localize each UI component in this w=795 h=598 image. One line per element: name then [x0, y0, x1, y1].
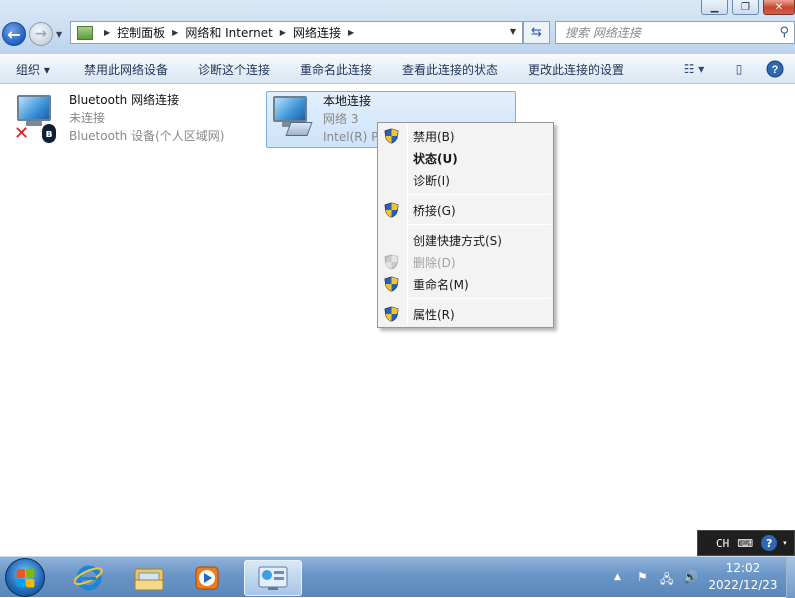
- arrow-left-icon: ←: [7, 24, 21, 44]
- menu-item-label: 禁用(B): [413, 129, 455, 144]
- menu-item-diagnose[interactable]: 诊断(I): [380, 169, 551, 191]
- menu-item-label: 创建快捷方式(S): [413, 233, 502, 248]
- network-status-icon[interactable]: 🖧: [660, 570, 673, 591]
- menu-item-rename[interactable]: 重命名(M): [380, 273, 551, 295]
- view-options-icon: ☷ ▾: [683, 62, 705, 76]
- disconnected-x-icon: ✕: [14, 123, 30, 144]
- clock-time: 12:02: [725, 561, 761, 575]
- menu-separator: [408, 224, 551, 225]
- breadcrumb-control-panel[interactable]: 控制面板: [117, 24, 165, 41]
- list-item[interactable]: ✕ ʙ Bluetooth 网络连接 未连接 Bluetooth 设备(个人区域…: [14, 91, 254, 149]
- menu-item-status[interactable]: 状态(U): [380, 147, 551, 169]
- internet-explorer-icon: [74, 565, 103, 591]
- uac-shield-icon: [384, 202, 399, 218]
- chevron-down-icon[interactable]: ▾: [783, 539, 787, 547]
- system-clock[interactable]: 12:02 2022/12/23: [704, 560, 782, 596]
- chevron-right-icon[interactable]: ▶: [172, 28, 178, 37]
- media-player-icon: [195, 566, 219, 590]
- search-icon[interactable]: ⚲: [779, 25, 789, 40]
- network-adapter-icon: ✕ ʙ: [14, 91, 60, 144]
- svg-text:?: ?: [772, 64, 779, 76]
- context-menu: 禁用(B) 状态(U) 诊断(I) 桥接(G) 创建快捷方式(S) 删除(D) …: [377, 122, 554, 328]
- chevron-right-icon: ▶: [104, 28, 111, 37]
- command-bar: 组织 ▾ 禁用此网络设备 诊断这个连接 重命名此连接 查看此连接的状态 更改此连…: [0, 54, 795, 84]
- address-bar[interactable]: ▶ 控制面板 ▶ 网络和 Internet ▶ 网络连接 ▶ ▼: [70, 21, 523, 44]
- refresh-button[interactable]: ⇆: [523, 21, 550, 44]
- menu-item-label: 重命名(M): [413, 277, 469, 292]
- internet-explorer-taskbar-button[interactable]: [64, 560, 114, 596]
- preview-pane-icon: ▯: [735, 62, 743, 76]
- change-settings-button[interactable]: 更改此连接的设置: [528, 54, 624, 84]
- forward-button[interactable]: →: [29, 22, 53, 46]
- menu-item-label: 桥接(G): [413, 203, 456, 218]
- search-placeholder: 搜索 网络连接: [565, 26, 641, 40]
- menu-item-create-shortcut[interactable]: 创建快捷方式(S): [380, 229, 551, 251]
- show-hidden-icons-button[interactable]: ▲: [614, 572, 621, 582]
- network-connections-taskbar-button[interactable]: [244, 560, 302, 596]
- media-player-taskbar-button[interactable]: [182, 560, 232, 596]
- windows-logo-icon: [16, 567, 35, 588]
- connection-device: Bluetooth 设备(个人区域网): [69, 129, 225, 143]
- menu-item-label: 属性(R): [413, 307, 455, 322]
- connection-name: 本地连接: [323, 94, 372, 108]
- menu-item-delete: 删除(D): [380, 251, 551, 273]
- menu-item-label: 状态(U): [413, 151, 458, 166]
- keyboard-icon[interactable]: ⌨: [737, 537, 753, 550]
- search-input[interactable]: 搜索 网络连接 ⚲: [555, 21, 795, 44]
- action-center-flag-icon[interactable]: ⚑: [637, 570, 648, 584]
- change-view-button[interactable]: ☷ ▾: [674, 60, 714, 78]
- volume-icon[interactable]: 🔊: [683, 570, 698, 584]
- preview-pane-button[interactable]: ▯: [729, 60, 749, 78]
- chevron-down-icon[interactable]: ▼: [510, 27, 516, 36]
- menu-item-label: 删除(D): [413, 255, 456, 270]
- menu-separator: [408, 298, 551, 299]
- minimize-button[interactable]: ▁: [701, 0, 728, 15]
- start-button[interactable]: [5, 558, 45, 597]
- explorer-taskbar-button[interactable]: [124, 560, 174, 596]
- back-button[interactable]: ←: [2, 22, 26, 46]
- uac-shield-icon: [384, 128, 399, 144]
- help-icon[interactable]: ?: [761, 535, 778, 551]
- diagnose-button[interactable]: 诊断这个连接: [198, 54, 270, 84]
- chevron-right-icon[interactable]: ▶: [348, 28, 354, 37]
- control-panel-icon: [77, 25, 93, 40]
- disable-device-button[interactable]: 禁用此网络设备: [84, 54, 168, 84]
- menu-item-disable[interactable]: 禁用(B): [380, 125, 551, 147]
- rename-button[interactable]: 重命名此连接: [300, 54, 372, 84]
- ethernet-cable-icon: [285, 122, 313, 136]
- menu-item-bridge[interactable]: 桥接(G): [380, 199, 551, 221]
- language-bar: CH ⌨ ? ▾: [697, 530, 795, 556]
- ime-language-indicator[interactable]: CH: [716, 537, 729, 550]
- help-button[interactable]: ?: [765, 60, 785, 78]
- connection-name: Bluetooth 网络连接: [69, 93, 180, 107]
- clock-date: 2022/12/23: [708, 578, 778, 592]
- menu-separator: [408, 194, 551, 195]
- bluetooth-icon: ʙ: [42, 124, 56, 143]
- recent-pages-dropdown[interactable]: ▼: [56, 30, 62, 39]
- help-icon: ?: [766, 60, 784, 78]
- refresh-icon: ⇆: [531, 25, 542, 40]
- connection-status: 未连接: [69, 111, 106, 125]
- network-adapter-icon: [270, 92, 316, 142]
- uac-shield-icon: [384, 254, 399, 270]
- title-bar: ▁ ❐ ✕ ← → ▼ ▶ 控制面板 ▶ 网络和 Internet ▶ 网络连接…: [0, 0, 795, 54]
- arrow-right-icon: →: [35, 26, 47, 42]
- chevron-right-icon[interactable]: ▶: [280, 28, 286, 37]
- uac-shield-icon: [384, 306, 399, 322]
- breadcrumb-network-connections[interactable]: 网络连接: [293, 24, 341, 41]
- maximize-button[interactable]: ❐: [732, 0, 759, 15]
- network-connections-window: ▁ ❐ ✕ ← → ▼ ▶ 控制面板 ▶ 网络和 Internet ▶ 网络连接…: [0, 0, 795, 556]
- folder-icon: [134, 568, 164, 591]
- show-desktop-button[interactable]: [786, 557, 795, 598]
- close-button[interactable]: ✕: [763, 0, 795, 15]
- menu-item-label: 诊断(I): [413, 173, 450, 188]
- menu-item-properties[interactable]: 属性(R): [380, 303, 551, 325]
- uac-shield-icon: [384, 276, 399, 292]
- organize-menu[interactable]: 组织 ▾: [16, 54, 50, 84]
- breadcrumb-network-internet[interactable]: 网络和 Internet: [185, 24, 272, 41]
- network-control-panel-icon: [258, 566, 288, 590]
- taskbar: ▲ ⚑ 🖧 🔊 12:02 2022/12/23: [0, 556, 795, 598]
- view-status-button[interactable]: 查看此连接的状态: [402, 54, 498, 84]
